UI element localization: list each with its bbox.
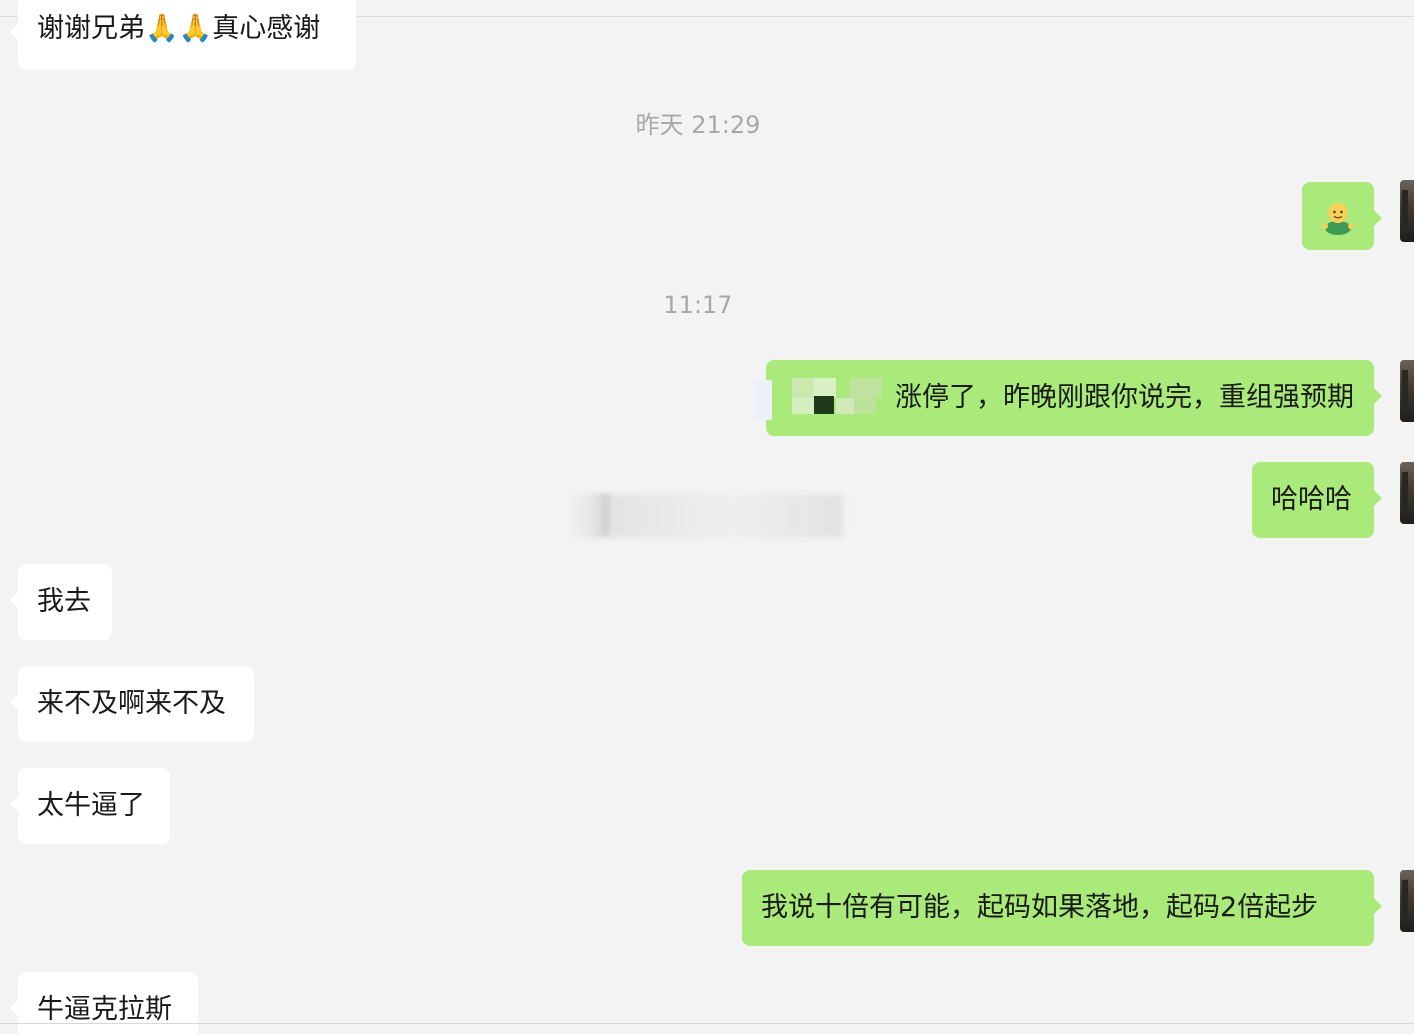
message-text: 我说十倍有可能，起码如果落地，起码2倍起步 [761, 892, 1319, 923]
timestamp: 11:17 [663, 291, 733, 319]
chat-window: 谢谢兄弟🙏🙏真心感谢 昨天 21:29 11:17 涨停了，昨晚刚跟你说完，重组… [0, 0, 1414, 1034]
avatar[interactable] [1400, 180, 1414, 242]
message-text: 涨停了，昨晚刚跟你说完，重组强预期 [895, 382, 1354, 413]
bottom-divider [0, 1023, 1414, 1024]
avatar[interactable] [1400, 870, 1414, 932]
outgoing-message[interactable]: 哈哈哈 [1252, 462, 1382, 538]
message-text: 我去 [37, 586, 91, 617]
avatar[interactable] [1400, 360, 1414, 422]
smiling-person-icon [1322, 203, 1354, 235]
outgoing-message[interactable] [1302, 182, 1382, 250]
message-text: 牛逼克拉斯 [37, 994, 172, 1025]
message-text: 来不及啊来不及 [37, 688, 226, 719]
incoming-message[interactable]: 太牛逼了 [10, 768, 170, 844]
avatar[interactable] [1400, 462, 1414, 524]
message-text: 太牛逼了 [37, 790, 145, 821]
message-text: 谢谢兄弟🙏🙏真心感谢 [37, 13, 321, 44]
incoming-message[interactable]: 谢谢兄弟🙏🙏真心感谢 [10, 0, 356, 70]
incoming-message[interactable]: 来不及啊来不及 [10, 666, 254, 742]
timestamp: 昨天 21:29 [635, 111, 761, 139]
outgoing-message[interactable]: 我说十倍有可能，起码如果落地，起码2倍起步 [742, 870, 1382, 946]
incoming-message[interactable]: 牛逼克拉斯 [10, 972, 198, 1034]
incoming-message[interactable]: 我去 [10, 564, 112, 640]
censor-mosaic [754, 376, 886, 420]
message-text: 哈哈哈 [1271, 484, 1352, 515]
redacted-blur-bar [600, 494, 610, 536]
